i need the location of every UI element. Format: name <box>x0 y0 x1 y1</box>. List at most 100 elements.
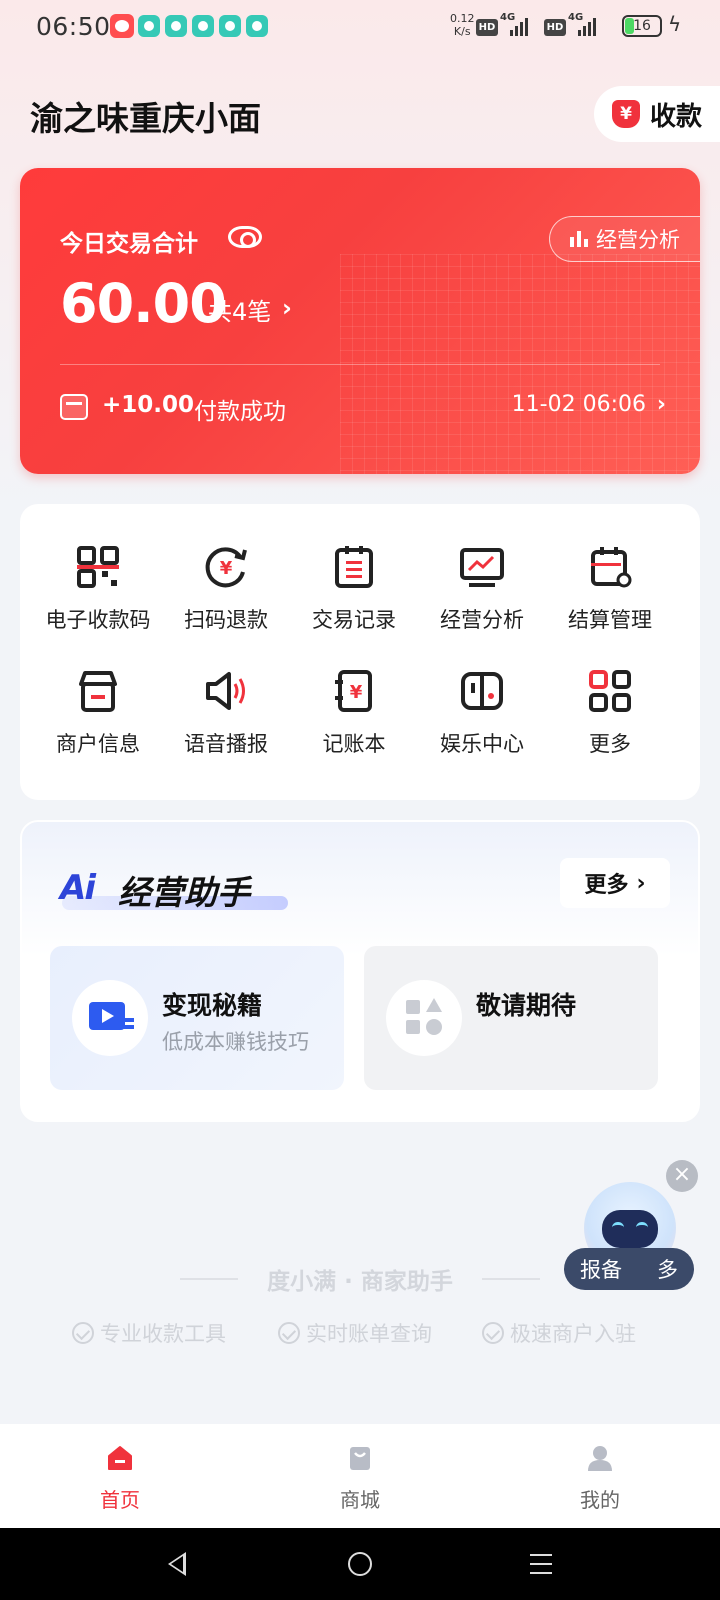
bar-chart-icon <box>570 231 588 247</box>
menu-item-refund[interactable]: ¥ 扫码退款 <box>158 544 294 664</box>
trade-amount: 60.00 <box>60 272 227 335</box>
chat-notification-icon <box>138 15 160 37</box>
bottom-tab-bar: 首页 商城 我的 <box>0 1424 720 1528</box>
qr-code-icon <box>77 546 119 588</box>
charging-icon: ϟ <box>668 12 682 36</box>
tab-label: 首页 <box>100 1488 140 1512</box>
check-circle-icon <box>482 1322 504 1344</box>
business-analysis-label: 经营分析 <box>596 228 680 252</box>
video-play-icon <box>89 1002 134 1030</box>
shop-bag-icon <box>350 1447 370 1470</box>
menu-label: 结算管理 <box>568 608 652 632</box>
close-icon[interactable]: × <box>666 1160 698 1192</box>
status-bar: 06:50 0.12 K/s HD 4G HD 4G 16 ϟ <box>0 0 720 56</box>
business-analysis-button[interactable]: 经营分析 <box>549 216 700 262</box>
chevron-right-icon: › <box>282 294 292 322</box>
chat-notification-icon <box>246 15 268 37</box>
menu-label: 语音播报 <box>184 732 268 756</box>
menu-item-voice[interactable]: 语音播报 <box>158 668 294 788</box>
function-grid: 电子收款码 ¥ 扫码退款 交易记录 经营分析 结算管理 商户信息 语音播报 ¥ … <box>20 504 700 800</box>
ai-more-label: 更多 <box>584 873 629 898</box>
robot-assistant-pill[interactable]: 报备 多 <box>564 1248 694 1290</box>
menu-item-more[interactable]: 更多 <box>542 668 678 788</box>
status-time: 06:50 <box>36 12 111 41</box>
menu-label: 更多 <box>589 732 631 756</box>
menu-label: 交易记录 <box>312 608 396 632</box>
feature-item: 专业收款工具 <box>72 1318 226 1348</box>
hd-icon: HD <box>476 19 498 36</box>
notification-icons <box>138 15 268 37</box>
chat-notification-icon <box>219 15 241 37</box>
signal-icon <box>510 16 528 36</box>
icon-circle <box>386 980 462 1056</box>
menu-label: 娱乐中心 <box>440 732 524 756</box>
settlement-icon <box>591 547 632 588</box>
coming-soon-card[interactable]: 敬请期待 <box>364 946 658 1090</box>
check-circle-icon <box>278 1322 300 1344</box>
collect-payment-label: 收款 <box>650 101 703 132</box>
collect-payment-button[interactable]: ¥ 收款 <box>594 86 720 142</box>
profile-icon <box>588 1446 612 1471</box>
feature-label: 实时账单查询 <box>306 1322 432 1346</box>
tab-mine[interactable]: 我的 <box>480 1424 720 1528</box>
last-payment-status: 付款成功 <box>194 399 286 425</box>
menu-label: 经营分析 <box>440 608 524 632</box>
speed-unit: K/s <box>453 25 471 38</box>
battery-icon: 16 <box>622 15 662 37</box>
today-trade-card[interactable]: 今日交易合计 经营分析 60.00 共4笔 › +10.00 付款成功 11-0… <box>20 168 700 474</box>
tab-mall[interactable]: 商城 <box>240 1424 480 1528</box>
svg-text:¥: ¥ <box>220 558 233 579</box>
card-title: 敬请期待 <box>476 991 577 1020</box>
ledger-icon: ¥ <box>335 670 372 712</box>
svg-text:¥: ¥ <box>350 682 363 703</box>
menu-item-settlement[interactable]: 结算管理 <box>542 544 678 664</box>
system-navigation-bar <box>0 1528 720 1600</box>
chat-notification-icon <box>192 15 214 37</box>
feature-label: 极速商户入驻 <box>510 1322 636 1346</box>
signal-icon <box>578 16 596 36</box>
robot-face-icon <box>602 1210 658 1248</box>
more-grid-icon <box>589 670 631 712</box>
home-circle-icon[interactable] <box>348 1552 372 1576</box>
analysis-icon <box>460 548 504 587</box>
tab-label: 商城 <box>340 1488 380 1512</box>
receipt-icon <box>60 394 88 420</box>
app-notification-icon <box>110 14 134 38</box>
menu-item-ledger[interactable]: ¥ 记账本 <box>286 668 422 788</box>
menu-label: 电子收款码 <box>45 608 151 632</box>
last-payment-time[interactable]: 11-02 06:06 <box>512 392 646 417</box>
robot-label-right: 多 <box>657 1258 678 1282</box>
home-icon <box>108 1446 132 1470</box>
menu-item-analysis[interactable]: 经营分析 <box>414 544 550 664</box>
chat-notification-icon <box>165 15 187 37</box>
shop-name: 渝之味重庆小面 <box>30 99 261 138</box>
speed-value: 0.12 <box>450 12 475 25</box>
network-speed: 0.12 K/s <box>450 12 475 38</box>
menu-item-qr-code[interactable]: 电子收款码 <box>30 544 166 664</box>
robot-label-left: 报备 <box>580 1258 622 1282</box>
trade-count-link[interactable]: 共4笔 <box>208 292 271 327</box>
monetize-tips-card[interactable]: 变现秘籍 低成本赚钱技巧 <box>50 946 344 1090</box>
hd-icon: HD <box>544 19 566 36</box>
back-icon[interactable] <box>168 1552 186 1576</box>
game-icon <box>461 672 503 710</box>
menu-item-store-info[interactable]: 商户信息 <box>30 668 166 788</box>
card-title: 变现秘籍 <box>162 991 263 1020</box>
card-desc: 低成本赚钱技巧 <box>162 1030 309 1054</box>
check-circle-icon <box>72 1322 94 1344</box>
recents-icon[interactable] <box>530 1554 552 1581</box>
eye-icon[interactable] <box>228 226 262 248</box>
records-icon <box>335 546 373 588</box>
chevron-right-icon: › <box>656 392 666 417</box>
store-icon <box>79 671 117 712</box>
chevron-right-icon: › <box>636 870 646 896</box>
ai-assistant-title: 经营助手 <box>118 873 250 912</box>
feature-label: 专业收款工具 <box>100 1322 226 1346</box>
icon-circle <box>72 980 148 1056</box>
feature-item: 极速商户入驻 <box>482 1318 636 1348</box>
tab-home[interactable]: 首页 <box>0 1424 240 1528</box>
menu-item-records[interactable]: 交易记录 <box>286 544 422 664</box>
ai-logo: Ai <box>60 868 96 908</box>
ai-more-button[interactable]: 更多 › <box>560 858 670 908</box>
menu-item-entertainment[interactable]: 娱乐中心 <box>414 668 550 788</box>
